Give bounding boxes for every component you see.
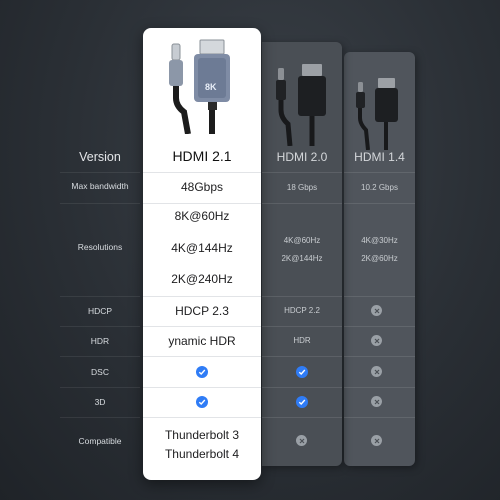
x-icon <box>371 366 382 377</box>
cable-label-8k: 8K <box>205 82 217 92</box>
hdmi21-res-2: 4K@144Hz <box>171 241 233 255</box>
hdmi21-bandwidth: 48Gbps <box>180 180 224 194</box>
hdmi14-version: HDMI 1.4 <box>354 150 405 164</box>
hdmi20-version: HDMI 2.0 <box>276 150 328 164</box>
x-icon <box>371 305 382 316</box>
x-icon <box>371 435 382 446</box>
check-icon <box>296 366 308 378</box>
row-label-dsc: DSC <box>91 367 109 377</box>
row-label-compatible: Compatible <box>78 436 122 446</box>
hdmi14-cable-image <box>356 78 398 150</box>
check-icon <box>196 366 208 378</box>
row-label-hdcp: HDCP <box>87 306 113 316</box>
check-icon <box>196 396 208 408</box>
hdmi14-bandwidth: 10.2 Gbps <box>361 183 398 192</box>
hdmi21-res-3: 2K@240Hz <box>171 272 233 286</box>
hdmi20-res-1: 4K@60Hz <box>283 236 321 245</box>
hdmi14-res-2: 2K@60Hz <box>361 254 398 263</box>
hdmi20-bandwidth: 18 Gbps <box>286 183 318 192</box>
row-label-version: Version <box>79 150 121 164</box>
hdmi21-compat-2: Thunderbolt 4 <box>164 447 240 461</box>
hdmi14-res-1: 4K@30Hz <box>361 236 398 245</box>
x-icon <box>371 396 382 407</box>
x-icon <box>296 435 307 446</box>
hdmi20-res-2: 2K@144Hz <box>281 254 323 263</box>
hdmi21-hdr: ynamic HDR <box>168 334 236 348</box>
hdmi21-version: HDMI 2.1 <box>172 148 232 164</box>
hdmi20-hdcp: HDCP 2.2 <box>284 306 320 315</box>
row-label-resolutions: Resolutions <box>77 242 123 252</box>
row-label-max-bandwidth: Max bandwidth <box>71 181 129 191</box>
hdmi20-cable-image <box>276 64 326 146</box>
check-icon <box>296 396 308 408</box>
hdmi20-hdr: HDR <box>293 336 311 345</box>
row-label-hdr: HDR <box>90 336 110 346</box>
hdmi21-hdcp: HDCP 2.3 <box>175 304 229 318</box>
hdmi21-cable-image: 8K <box>169 39 230 134</box>
hdmi21-compat-1: Thunderbolt 3 <box>164 428 240 442</box>
row-label-3d: 3D <box>94 397 106 407</box>
x-icon <box>371 335 382 346</box>
hdmi21-res-1: 8K@60Hz <box>174 209 230 223</box>
